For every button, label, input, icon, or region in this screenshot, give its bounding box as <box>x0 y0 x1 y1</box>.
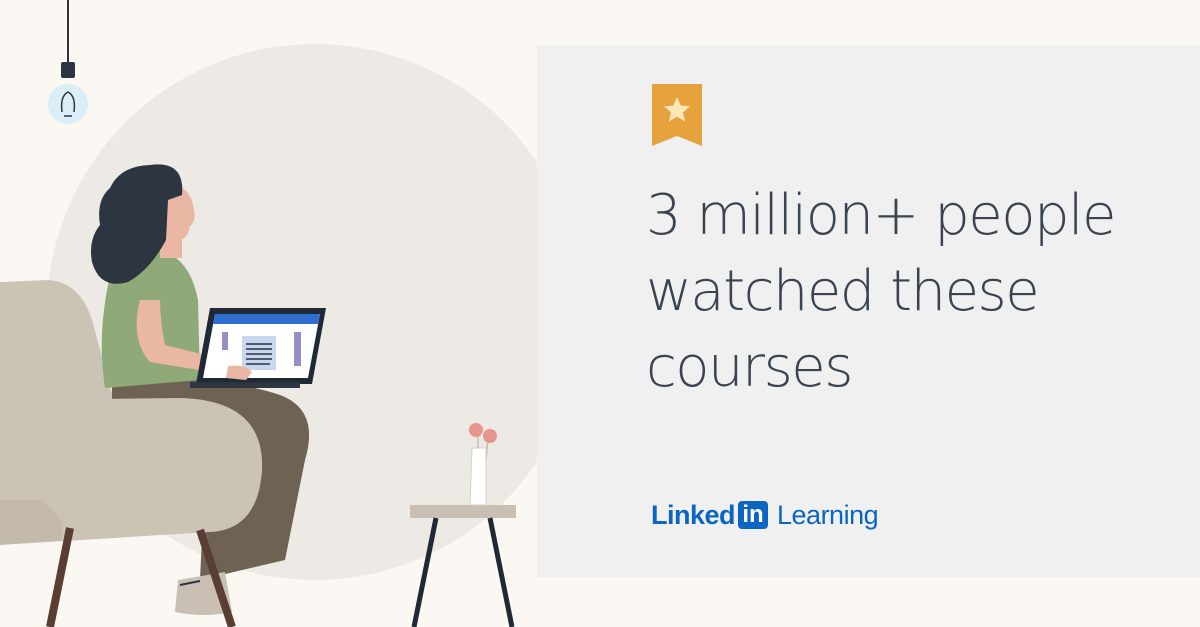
headline-line-3: courses <box>646 335 853 400</box>
headline-line-2: watched these <box>646 259 1040 324</box>
linkedin-learning-logo: Linked in Learning <box>651 498 879 532</box>
laptop <box>190 308 326 388</box>
headline: 3 million+ people watched these courses <box>646 178 1186 406</box>
logo-word-linked: Linked <box>651 499 736 530</box>
lightbulb-icon <box>48 0 88 124</box>
star-badge-icon <box>652 84 702 146</box>
logo-in-mark: in <box>738 501 769 529</box>
logo-word-learning: Learning <box>777 499 879 530</box>
headline-line-1: 3 million+ people <box>646 183 1117 248</box>
